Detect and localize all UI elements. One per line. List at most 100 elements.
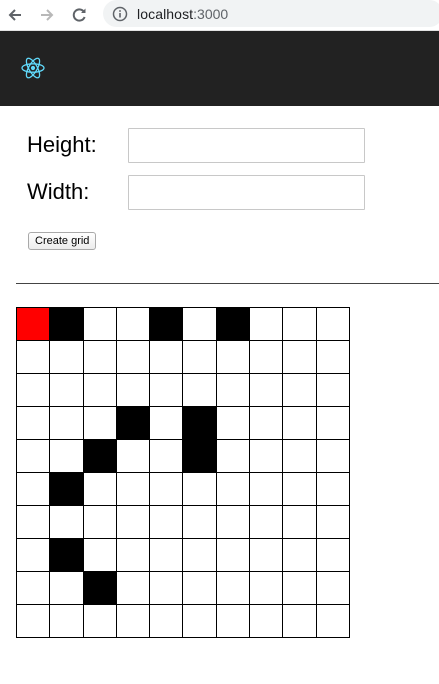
grid-cell-wall[interactable] [83,572,117,605]
grid-cell[interactable] [50,440,84,473]
grid-cell-wall[interactable] [83,440,117,473]
grid-cell-wall[interactable] [183,440,217,473]
grid-cell[interactable] [83,341,117,374]
grid-cell-start[interactable] [17,308,51,341]
grid-cell[interactable] [216,440,251,473]
grid-cell-wall[interactable] [150,308,184,341]
grid-cell-wall[interactable] [50,473,84,506]
grid-cell-wall[interactable] [216,308,251,341]
grid-cell[interactable] [250,374,284,407]
grid-cell[interactable] [250,407,284,440]
grid-cell-wall[interactable] [50,308,84,341]
grid-cell[interactable] [216,341,251,374]
grid-cell[interactable] [216,572,251,605]
grid-cell[interactable] [50,374,84,407]
grid-cell[interactable] [250,341,284,374]
grid-cell[interactable] [250,506,284,539]
grid-cell[interactable] [216,473,251,506]
grid-cell[interactable] [283,341,317,374]
grid-cell[interactable] [50,605,84,638]
grid-cell[interactable] [17,572,51,605]
grid-cell[interactable] [83,374,117,407]
grid-cell[interactable] [150,440,184,473]
grid-cell[interactable] [283,605,317,638]
grid-cell[interactable] [17,539,51,572]
grid-cell[interactable] [116,308,151,341]
grid-cell[interactable] [250,440,284,473]
grid-cell[interactable] [50,506,84,539]
grid-cell[interactable] [17,341,51,374]
grid-cell[interactable] [250,473,284,506]
grid-cell[interactable] [183,473,217,506]
grid-cell[interactable] [316,539,350,572]
grid-cell[interactable] [116,605,151,638]
grid-cell[interactable] [17,407,51,440]
grid-cell[interactable] [116,572,151,605]
grid-cell[interactable] [116,341,151,374]
grid-cell[interactable] [216,407,251,440]
grid-cell[interactable] [116,539,151,572]
grid-cell[interactable] [316,374,350,407]
grid-cell[interactable] [283,572,317,605]
grid-cell[interactable] [83,539,117,572]
grid-cell[interactable] [316,506,350,539]
grid-cell[interactable] [150,539,184,572]
grid-cell[interactable] [183,572,217,605]
grid-cell[interactable] [250,308,284,341]
grid-cell[interactable] [116,374,151,407]
grid-cell-wall[interactable] [50,539,84,572]
grid-cell[interactable] [216,539,251,572]
width-input[interactable] [128,175,365,210]
grid-cell[interactable] [283,407,317,440]
grid-cell[interactable] [183,605,217,638]
forward-arrow-icon[interactable] [35,3,59,27]
grid-cell[interactable] [316,605,350,638]
grid-cell[interactable] [50,572,84,605]
grid-cell[interactable] [250,572,284,605]
grid-cell[interactable] [150,572,184,605]
grid-cell[interactable] [183,341,217,374]
grid-cell[interactable] [183,308,217,341]
grid-cell[interactable] [17,374,51,407]
grid-cell[interactable] [50,407,84,440]
grid-cell[interactable] [83,308,117,341]
grid-cell[interactable] [150,506,184,539]
grid-cell[interactable] [17,506,51,539]
grid-cell[interactable] [17,440,51,473]
create-grid-button[interactable]: Create grid [28,232,97,250]
grid-cell[interactable] [183,374,217,407]
grid-cell[interactable] [83,407,117,440]
grid-cell[interactable] [316,407,350,440]
grid-cell[interactable] [50,341,84,374]
grid-cell[interactable] [250,605,284,638]
height-input[interactable] [128,128,365,163]
grid-cell[interactable] [316,308,350,341]
grid-cell[interactable] [150,374,184,407]
grid-cell[interactable] [216,605,251,638]
grid-cell[interactable] [283,506,317,539]
grid-cell[interactable] [250,539,284,572]
grid-cell[interactable] [83,506,117,539]
address-bar[interactable]: localhost:3000 [103,0,439,27]
grid-cell[interactable] [150,407,184,440]
grid-cell[interactable] [183,539,217,572]
grid-cell[interactable] [316,341,350,374]
grid-cell[interactable] [150,341,184,374]
grid-cell[interactable] [17,473,51,506]
reload-icon[interactable] [67,3,91,27]
grid-cell[interactable] [283,374,317,407]
grid-cell[interactable] [116,506,151,539]
grid-cell[interactable] [283,440,317,473]
grid-cell[interactable] [150,605,184,638]
grid-cell[interactable] [216,506,251,539]
grid-cell[interactable] [17,605,51,638]
grid-cell[interactable] [216,374,251,407]
grid-cell[interactable] [283,473,317,506]
grid-cell[interactable] [83,473,117,506]
info-icon[interactable] [112,6,128,22]
grid-cell[interactable] [183,506,217,539]
grid-cell[interactable] [316,572,350,605]
grid-cell[interactable] [283,539,317,572]
grid-cell[interactable] [316,473,350,506]
grid-cell-wall[interactable] [183,407,217,440]
